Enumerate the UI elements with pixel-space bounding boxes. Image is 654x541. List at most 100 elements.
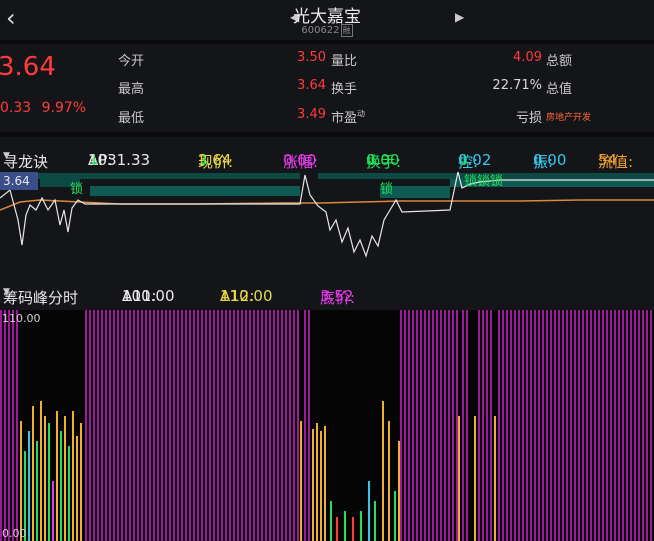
- chip-bar: [582, 310, 584, 541]
- chip-bar: [466, 310, 468, 541]
- chip-bar: [185, 310, 187, 541]
- chip-bar: [141, 310, 143, 541]
- chip-bar: [273, 310, 275, 541]
- chip-bar: [510, 310, 512, 541]
- chip-bar: [352, 517, 354, 541]
- chip-bar: [586, 310, 588, 541]
- chip-bar: [97, 310, 99, 541]
- chip-bar: [602, 310, 604, 541]
- chip-peak-chart[interactable]: [0, 310, 654, 541]
- industry-tag[interactable]: 房地产开发: [546, 110, 591, 123]
- chip-bar: [93, 310, 95, 541]
- price-tag: 3.64: [3, 174, 30, 188]
- chip-bar: [374, 501, 376, 541]
- chip-bar: [153, 310, 155, 541]
- chip-bar: [48, 423, 50, 541]
- chip-bar: [304, 310, 306, 541]
- chip-bar: [161, 310, 163, 541]
- chip-bar: [650, 310, 652, 541]
- chip-bar: [518, 310, 520, 541]
- chip-bar: [550, 310, 552, 541]
- chip-bar: [594, 310, 596, 541]
- chip-bar: [610, 310, 612, 541]
- open-label: 今开: [118, 54, 145, 69]
- chip-bar: [514, 310, 516, 541]
- chip-bar: [478, 310, 480, 541]
- chip-bar: [368, 481, 370, 541]
- chip-bar: [570, 310, 572, 541]
- chip-bar: [432, 310, 434, 541]
- lock-label: 锁: [380, 181, 393, 197]
- chip-bar: [113, 310, 115, 541]
- volume-ratio-label: 量比: [331, 54, 358, 69]
- chip-bar: [456, 310, 458, 541]
- chip-bar: [36, 441, 38, 541]
- turnover-label: 换手: [331, 82, 358, 97]
- chip-bar: [149, 310, 151, 541]
- chip-bar: [448, 310, 450, 541]
- chip-bar: [197, 310, 199, 541]
- chip-bar: [101, 310, 103, 541]
- chip-bar: [76, 436, 78, 541]
- chip-bar: [44, 416, 46, 541]
- divider: [0, 132, 654, 137]
- dragon-indicator-chart[interactable]: 3.64 锁 锁 锁锁锁: [0, 170, 654, 280]
- chip-bar: [133, 310, 135, 541]
- chip-bar: [201, 310, 203, 541]
- pe-label-text: 市盈: [331, 111, 358, 126]
- chip-bar: [646, 310, 648, 541]
- chip-bar: [522, 310, 524, 541]
- change-value: 0.33: [0, 100, 32, 116]
- chip-bar: [125, 310, 127, 541]
- chip-bar: [0, 310, 2, 541]
- current-price: 3.64: [0, 52, 56, 82]
- a11-value: 100.00: [122, 287, 175, 305]
- chip-bar: [308, 310, 310, 541]
- chip-bar: [277, 310, 279, 541]
- y-axis-bottom-label: 0.00: [2, 527, 27, 540]
- chip-bar: [360, 511, 362, 541]
- chip-bar: [526, 310, 528, 541]
- chip-bar: [12, 310, 14, 541]
- amount-label: 总额: [546, 54, 573, 69]
- lock-label: 锁: [70, 181, 83, 197]
- chip-bar: [28, 431, 30, 541]
- chip-bar: [416, 310, 418, 541]
- chip-bar: [52, 481, 54, 541]
- chip-bar: [121, 310, 123, 541]
- chip-bar: [574, 310, 576, 541]
- volume-ratio-value: 4.09: [513, 50, 542, 65]
- chip-bar: [388, 421, 390, 541]
- chip-bar: [642, 310, 644, 541]
- chip-bar: [408, 310, 410, 541]
- change-percent: 9.97%: [41, 100, 87, 116]
- chip-bar: [129, 310, 131, 541]
- header-bar: ‹ ◀ 光大嘉宝 600622 融 ▶: [0, 0, 654, 40]
- chip-bar: [542, 310, 544, 541]
- chip-bar: [606, 310, 608, 541]
- chip-bar: [562, 310, 564, 541]
- market-value-label: 总值: [546, 82, 573, 97]
- chip-bar: [546, 310, 548, 541]
- chip-bar: [400, 310, 402, 541]
- chip-bar: [566, 310, 568, 541]
- chip-bar: [68, 446, 70, 541]
- chip-bar: [193, 310, 195, 541]
- chip-bar: [614, 310, 616, 541]
- triangle-right-icon[interactable]: ▶: [455, 10, 464, 24]
- chip-bar: [32, 406, 34, 541]
- chip-bar: [424, 310, 426, 541]
- chip-bar: [209, 310, 211, 541]
- chip-bar: [165, 310, 167, 541]
- chevron-down-icon: ▼: [3, 151, 10, 161]
- chip-bar: [221, 310, 223, 541]
- chip-bar: [490, 310, 492, 541]
- chip-bar: [205, 310, 207, 541]
- chip-bar: [320, 431, 322, 541]
- chip-bar: [85, 310, 87, 541]
- stock-code: 600622 融: [0, 24, 654, 37]
- chip-bar: [482, 310, 484, 541]
- quote-panel: 3.64 0.33 9.97% 今开 最高 最低 3.50 3.64 3.49 …: [0, 40, 654, 132]
- chip-bar: [502, 310, 504, 541]
- chip-bar: [622, 310, 624, 541]
